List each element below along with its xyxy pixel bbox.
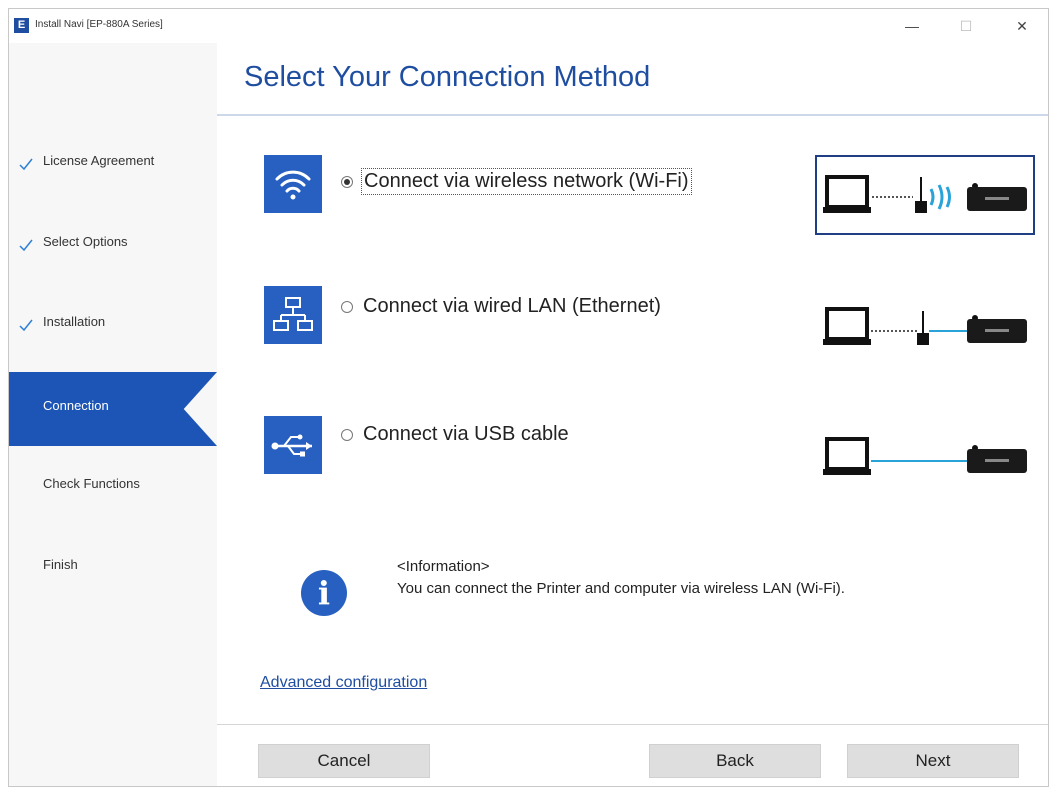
radio-ethernet[interactable] (341, 300, 353, 313)
option-label: Connect via wireless network (Wi-Fi) (361, 168, 692, 195)
usb-connection-diagram (815, 423, 1035, 503)
back-button[interactable]: Back (649, 744, 821, 778)
footer-divider (217, 724, 1048, 725)
option-ethernet[interactable]: Connect via wired LAN (Ethernet) (341, 294, 663, 319)
app-icon: E (14, 18, 29, 33)
option-wifi[interactable]: Connect via wireless network (Wi-Fi) (341, 168, 692, 195)
checkmark-icon (19, 239, 33, 252)
maximize-button[interactable]: ☐ (943, 14, 989, 38)
info-text: You can connect the Printer and computer… (397, 580, 845, 597)
checkmark-icon (19, 158, 33, 171)
step-select-options: Select Options (9, 208, 217, 282)
wifi-connection-diagram (815, 155, 1035, 235)
advanced-configuration-link[interactable]: Advanced configuration (260, 674, 427, 692)
window-title: Install Navi [EP-880A Series] (35, 19, 163, 30)
close-button[interactable]: ✕ (999, 14, 1045, 38)
option-label: Connect via wired LAN (Ethernet) (363, 295, 661, 317)
main-panel: Select Your Connection Method Connect vi… (217, 43, 1048, 786)
page-title: Select Your Connection Method (244, 61, 651, 93)
step-label: License Agreement (43, 153, 155, 168)
radio-wifi[interactable] (341, 175, 353, 188)
step-label: Select Options (43, 234, 128, 249)
title-divider (217, 114, 1048, 116)
step-label: Connection (43, 398, 109, 413)
option-label: Connect via USB cable (363, 423, 569, 445)
radio-usb[interactable] (341, 428, 353, 441)
installer-window: E Install Navi [EP-880A Series] — ☐ ✕ Li… (8, 8, 1049, 787)
title-bar: E Install Navi [EP-880A Series] — ☐ ✕ (9, 9, 1048, 43)
checkmark-icon (19, 319, 33, 332)
usb-icon (264, 416, 322, 474)
step-installation: Installation (9, 288, 217, 362)
step-license-agreement: License Agreement (9, 127, 217, 201)
wifi-icon (264, 155, 322, 213)
info-icon: i (301, 570, 347, 616)
network-icon (264, 286, 322, 344)
option-usb[interactable]: Connect via USB cable (341, 422, 571, 447)
ethernet-connection-diagram (815, 293, 1035, 373)
cancel-button[interactable]: Cancel (258, 744, 430, 778)
step-check-functions: Check Functions (9, 450, 217, 524)
step-connection: Connection (9, 372, 217, 446)
step-finish: Finish (9, 531, 217, 605)
step-label: Finish (43, 557, 78, 572)
next-button[interactable]: Next (847, 744, 1019, 778)
step-label: Check Functions (43, 476, 140, 491)
minimize-button[interactable]: — (889, 14, 935, 38)
steps-sidebar: License Agreement Select Options Install… (9, 43, 217, 786)
step-label: Installation (43, 314, 106, 329)
info-heading: <Information> (397, 558, 490, 575)
